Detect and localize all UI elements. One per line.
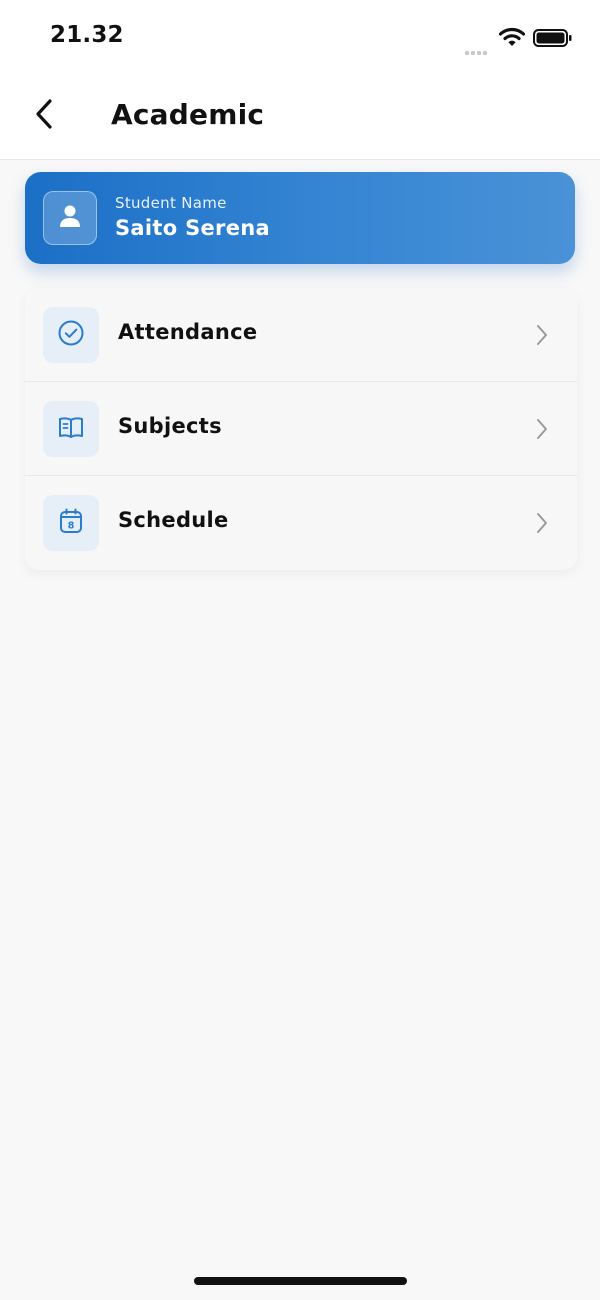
menu-item-subjects[interactable]: Subjects — [25, 382, 577, 476]
chevron-left-icon — [34, 98, 54, 134]
menu-item-label: Schedule — [118, 508, 229, 532]
page-title: Academic — [111, 98, 265, 131]
chevron-right-icon — [535, 512, 549, 534]
check-circle-icon — [57, 319, 85, 351]
menu-item-schedule[interactable]: 8 Schedule — [25, 476, 577, 570]
avatar — [43, 191, 97, 245]
menu-item-label: Subjects — [118, 414, 222, 438]
student-card: Student Name Saito Serena — [25, 172, 575, 264]
student-name: Saito Serena — [115, 216, 270, 240]
status-bar: 21.32 — [0, 0, 600, 78]
book-icon — [57, 413, 85, 445]
chevron-right-icon — [535, 324, 549, 346]
calendar-icon-day: 8 — [68, 521, 75, 532]
menu-icon-tile: 8 — [43, 495, 99, 551]
menu-icon-tile — [43, 307, 99, 363]
signal-icon — [465, 40, 491, 55]
person-icon — [57, 203, 83, 233]
calendar-icon: 8 — [57, 507, 85, 539]
battery-icon — [533, 29, 573, 47]
menu-icon-tile — [43, 401, 99, 457]
wifi-icon — [498, 27, 526, 47]
app-header: Academic — [0, 78, 600, 160]
menu-item-label: Attendance — [118, 320, 258, 344]
academic-menu: Attendance Subjects 8 Schedule — [25, 288, 577, 570]
back-button[interactable] — [22, 92, 66, 140]
status-time: 21.32 — [50, 22, 124, 48]
chevron-right-icon — [535, 418, 549, 440]
student-name-label: Student Name — [115, 194, 227, 212]
home-indicator — [194, 1277, 407, 1285]
menu-item-attendance[interactable]: Attendance — [25, 288, 577, 382]
